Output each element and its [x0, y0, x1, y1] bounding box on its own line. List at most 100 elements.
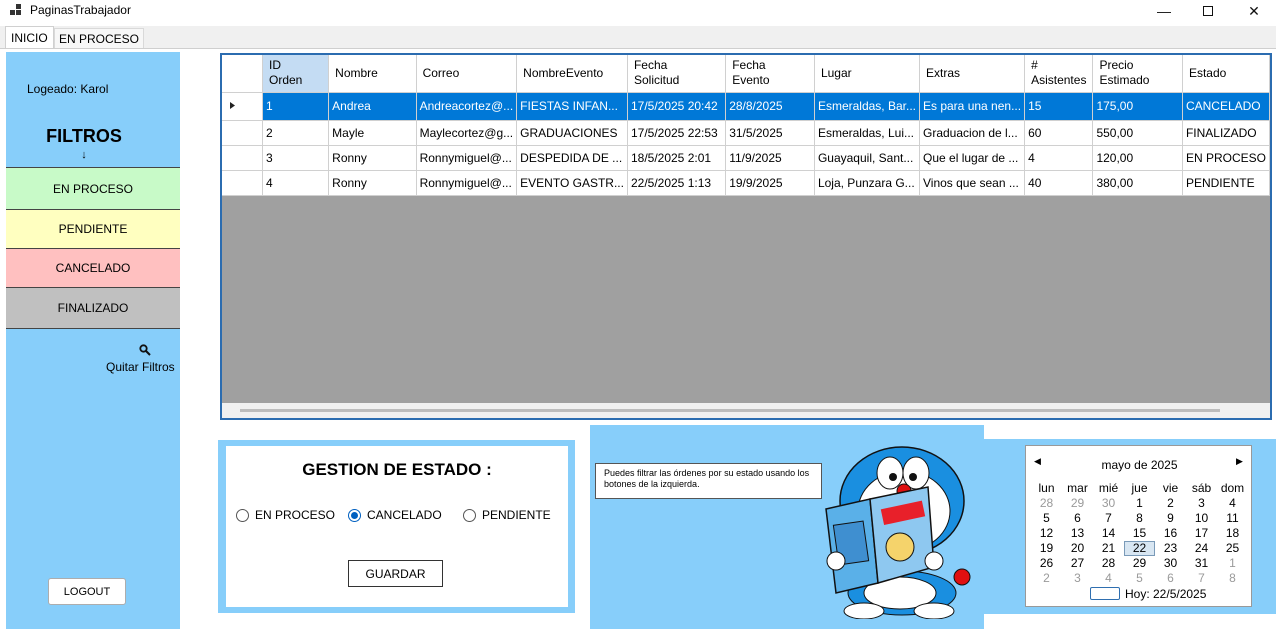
calendar-day[interactable]: 7 — [1186, 571, 1217, 586]
tab-inicio[interactable]: INICIO — [5, 26, 54, 48]
calendar-day[interactable]: 31 — [1186, 556, 1217, 571]
table-cell[interactable]: 22/5/2025 1:13 — [627, 170, 727, 196]
calendar-day[interactable]: 10 — [1186, 511, 1217, 526]
table-cell[interactable]: DESPEDIDA DE ... — [516, 145, 628, 171]
calendar-day[interactable]: 29 — [1062, 496, 1093, 511]
calendar-day[interactable]: 23 — [1155, 541, 1186, 556]
calendar-day[interactable]: 2 — [1155, 496, 1186, 511]
row-header[interactable] — [222, 170, 263, 196]
calendar-day[interactable]: 14 — [1093, 526, 1124, 541]
table-row[interactable]: 1 Andrea Andreacortez@... FIESTAS INFAN... 1… — [222, 92, 1270, 121]
calendar-day[interactable]: 5 — [1124, 571, 1155, 586]
table-cell[interactable]: 550,00 — [1092, 120, 1183, 146]
clear-filters-button[interactable]: Quitar Filtros — [106, 360, 175, 374]
table-cell[interactable]: GRADUACIONES — [516, 120, 628, 146]
table-cell[interactable]: Que el lugar de ... — [919, 145, 1026, 171]
maximize-icon[interactable] — [1185, 0, 1231, 22]
table-cell[interactable]: 2 — [262, 120, 330, 146]
filter-en-proceso-button[interactable]: EN PROCESO — [6, 167, 180, 210]
calendar-day[interactable]: 16 — [1155, 526, 1186, 541]
row-header[interactable] — [222, 145, 263, 171]
table-cell[interactable]: 4 — [1024, 145, 1094, 171]
table-cell[interactable]: EVENTO GASTR... — [516, 170, 628, 196]
table-cell[interactable]: Esmeraldas, Lui... — [814, 120, 921, 146]
table-cell[interactable]: Es para una nen... — [919, 92, 1026, 121]
column-header[interactable]: Nombre — [328, 55, 417, 93]
table-cell[interactable]: 15 — [1024, 92, 1094, 121]
table-cell[interactable]: 18/5/2025 2:01 — [627, 145, 727, 171]
table-cell[interactable]: 3 — [262, 145, 330, 171]
column-header[interactable]: Fecha Solicitud — [627, 55, 727, 93]
table-cell[interactable]: Andrea — [328, 92, 417, 121]
table-cell[interactable]: FINALIZADO — [1182, 120, 1270, 146]
month-calendar[interactable]: ◀ mayo de 2025 ▶ lun mar mié jue vie sáb dom 28… — [1025, 445, 1252, 607]
table-cell[interactable]: 60 — [1024, 120, 1094, 146]
table-cell[interactable]: 40 — [1024, 170, 1094, 196]
today-label[interactable]: Hoy: 22/5/2025 — [1125, 587, 1206, 601]
column-header[interactable]: Extras — [919, 55, 1026, 93]
table-row[interactable]: 4 Ronny Ronnymiguel@... EVENTO GASTR... 22/5… — [222, 170, 1270, 196]
calendar-day[interactable]: 3 — [1186, 496, 1217, 511]
horizontal-scrollbar[interactable] — [222, 403, 1270, 418]
calendar-day[interactable]: 9 — [1155, 511, 1186, 526]
orders-grid[interactable]: ID Orden Nombre Correo NombreEvento Fecha Soli… — [220, 53, 1272, 420]
radio-circle[interactable] — [463, 508, 476, 522]
table-cell[interactable]: EN PROCESO — [1182, 145, 1270, 171]
table-cell[interactable]: Andreacortez@... — [416, 92, 518, 121]
calendar-day[interactable]: 18 — [1217, 526, 1248, 541]
next-month-icon[interactable]: ▶ — [1236, 456, 1243, 467]
table-cell[interactable]: 28/8/2025 — [725, 92, 815, 121]
filter-cancelado-button[interactable]: CANCELADO — [6, 249, 180, 288]
column-header[interactable]: Precio Estimado — [1092, 55, 1183, 93]
calendar-day[interactable]: 5 — [1031, 511, 1062, 526]
table-cell[interactable]: FIESTAS INFAN... — [516, 92, 628, 121]
calendar-day[interactable]: 4 — [1217, 496, 1248, 511]
table-cell[interactable]: Ronnymiguel@... — [416, 145, 518, 171]
table-cell[interactable]: 4 — [262, 170, 330, 196]
table-cell[interactable]: Ronnymiguel@... — [416, 170, 518, 196]
scrollbar-thumb[interactable] — [240, 409, 1220, 412]
table-cell[interactable]: 17/5/2025 22:53 — [627, 120, 727, 146]
column-header[interactable]: NombreEvento — [516, 55, 628, 93]
filter-finalizado-button[interactable]: FINALIZADO — [6, 288, 180, 329]
table-cell[interactable]: 17/5/2025 20:42 — [627, 92, 727, 121]
calendar-day[interactable]: 29 — [1124, 556, 1155, 571]
calendar-day[interactable]: 27 — [1062, 556, 1093, 571]
calendar-day[interactable]: 21 — [1093, 541, 1124, 556]
logout-button[interactable]: LOGOUT — [48, 578, 126, 605]
minimize-icon[interactable]: — — [1141, 0, 1187, 22]
calendar-day[interactable]: 8 — [1217, 571, 1248, 586]
table-row[interactable]: 2 Mayle Maylecortez@g... GRADUACIONES 17/5/2… — [222, 120, 1270, 146]
radio-circle[interactable] — [236, 508, 249, 522]
table-cell[interactable]: Loja, Punzara G... — [814, 170, 921, 196]
calendar-day[interactable]: 1 — [1124, 496, 1155, 511]
column-header[interactable]: Estado — [1182, 55, 1270, 93]
calendar-day[interactable]: 19 — [1031, 541, 1062, 556]
calendar-day[interactable]: 28 — [1093, 556, 1124, 571]
table-cell[interactable]: 120,00 — [1092, 145, 1183, 171]
table-cell[interactable]: CANCELADO — [1182, 92, 1270, 121]
filter-pendiente-button[interactable]: PENDIENTE — [6, 210, 180, 249]
tab-en-proceso[interactable]: EN PROCESO — [54, 28, 145, 48]
calendar-day[interactable]: 1 — [1217, 556, 1248, 571]
today-marker[interactable] — [1090, 587, 1120, 600]
table-cell[interactable]: Esmeraldas, Bar... — [814, 92, 921, 121]
radio-pendiente[interactable]: PENDIENTE — [463, 508, 551, 522]
table-row[interactable]: 3 Ronny Ronnymiguel@... DESPEDIDA DE ... 18/… — [222, 145, 1270, 171]
column-header[interactable]: ID Orden — [262, 55, 330, 93]
table-cell[interactable]: Maylecortez@g... — [416, 120, 518, 146]
table-cell[interactable]: Ronny — [328, 170, 417, 196]
table-cell[interactable]: Vinos que sean ... — [919, 170, 1026, 196]
calendar-day[interactable]: 3 — [1062, 571, 1093, 586]
table-cell[interactable]: 19/9/2025 — [725, 170, 815, 196]
radio-en-proceso[interactable]: EN PROCESO — [236, 508, 335, 522]
calendar-day[interactable]: 30 — [1155, 556, 1186, 571]
calendar-day[interactable]: 25 — [1217, 541, 1248, 556]
calendar-day[interactable]: 6 — [1155, 571, 1186, 586]
table-cell[interactable]: PENDIENTE — [1182, 170, 1270, 196]
calendar-day[interactable]: 8 — [1124, 511, 1155, 526]
table-cell[interactable]: 380,00 — [1092, 170, 1183, 196]
calendar-day[interactable]: 22 — [1124, 541, 1155, 556]
table-cell[interactable]: Guayaquil, Sant... — [814, 145, 921, 171]
table-cell[interactable]: Ronny — [328, 145, 417, 171]
